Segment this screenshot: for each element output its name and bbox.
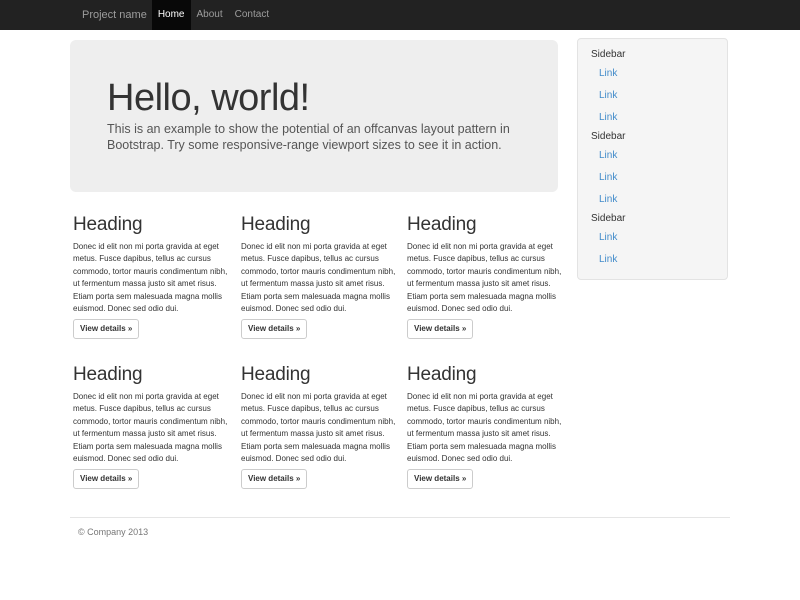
card-heading: Heading (73, 214, 233, 236)
content-card: Heading Donec id elit non mi porta gravi… (404, 364, 567, 489)
sidebar-link[interactable]: Link (578, 85, 727, 107)
view-details-button[interactable]: View details » (73, 319, 139, 339)
hero-heading: Hello, world! (107, 78, 521, 118)
sidebar-group-heading: Sidebar (578, 129, 727, 145)
nav-item-about[interactable]: About (191, 0, 229, 30)
sidebar-group: Sidebar Link Link (578, 211, 727, 271)
sidebar-group: Sidebar Link Link Link (578, 47, 727, 129)
content-card: Heading Donec id elit non mi porta gravi… (70, 364, 233, 489)
sidebar-group: Sidebar Link Link Link (578, 129, 727, 211)
footer: © Company 2013 (70, 527, 730, 537)
view-details-button[interactable]: View details » (241, 469, 307, 489)
navbar-menu: Home About Contact (152, 0, 275, 30)
card-body-text: Donec id elit non mi porta gravida at eg… (73, 391, 228, 465)
hero-text: This is an example to show the potential… (107, 121, 521, 153)
view-details-button[interactable]: View details » (407, 469, 473, 489)
sidebar-link[interactable]: Link (578, 227, 727, 249)
view-details-button[interactable]: View details » (407, 319, 473, 339)
content-card: Heading Donec id elit non mi porta gravi… (70, 214, 233, 339)
content-card: Heading Donec id elit non mi porta gravi… (238, 364, 401, 489)
card-body-text: Donec id elit non mi porta gravida at eg… (241, 241, 396, 315)
card-body-text: Donec id elit non mi porta gravida at eg… (241, 391, 396, 465)
top-navbar: Project name Home About Contact (0, 0, 800, 30)
content-card: Heading Donec id elit non mi porta gravi… (404, 214, 567, 339)
sidebar-link[interactable]: Link (578, 63, 727, 85)
card-body-text: Donec id elit non mi porta gravida at eg… (407, 391, 562, 465)
sidebar-group-heading: Sidebar (578, 211, 727, 227)
sidebar-well: Sidebar Link Link Link Sidebar Link Link… (577, 38, 728, 280)
sidebar-link[interactable]: Link (578, 145, 727, 167)
navbar-brand[interactable]: Project name (70, 0, 152, 30)
nav-item-home[interactable]: Home (152, 0, 191, 30)
copyright-text: © Company 2013 (78, 527, 730, 537)
card-heading: Heading (241, 364, 401, 386)
nav-item-contact[interactable]: Contact (229, 0, 275, 30)
footer-divider (70, 517, 730, 518)
sidebar-link[interactable]: Link (578, 107, 727, 129)
content-card: Heading Donec id elit non mi porta gravi… (238, 214, 401, 339)
sidebar-link[interactable]: Link (578, 189, 727, 211)
sidebar-link[interactable]: Link (578, 249, 727, 271)
card-heading: Heading (407, 214, 567, 236)
navbar-container: Project name Home About Contact (70, 0, 730, 30)
jumbotron: Hello, world! This is an example to show… (70, 40, 558, 192)
card-heading: Heading (241, 214, 401, 236)
view-details-button[interactable]: View details » (73, 469, 139, 489)
card-heading: Heading (73, 364, 233, 386)
card-heading: Heading (407, 364, 567, 386)
card-body-text: Donec id elit non mi porta gravida at eg… (407, 241, 562, 315)
view-details-button[interactable]: View details » (241, 319, 307, 339)
sidebar-link[interactable]: Link (578, 167, 727, 189)
sidebar-group-heading: Sidebar (578, 47, 727, 63)
card-body-text: Donec id elit non mi porta gravida at eg… (73, 241, 228, 315)
